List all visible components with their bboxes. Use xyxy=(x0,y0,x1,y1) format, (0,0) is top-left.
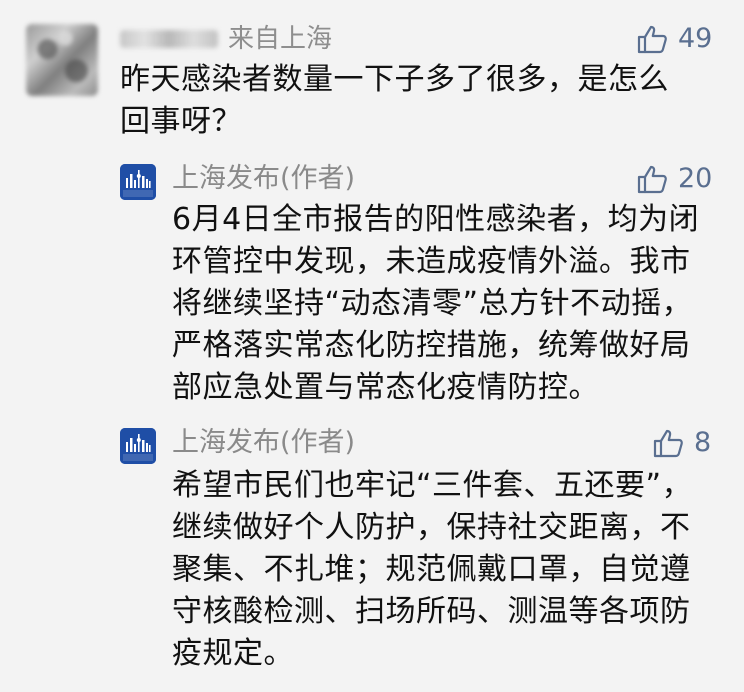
thumbs-up-icon xyxy=(637,25,667,54)
reply-text-line-3: 聚集、不扎堆；规范佩戴口罩，自觉遵 xyxy=(172,552,691,587)
reply-text-line-1: 6月4日全市报告的阳性感染者，均为闭 xyxy=(172,202,700,237)
comment-like-count: 49 xyxy=(678,23,713,54)
reply-author[interactable]: 上海发布(作者) xyxy=(172,162,355,196)
comment-text-line-2: 回事呀？ xyxy=(120,104,242,139)
reply-avatar[interactable] xyxy=(120,428,156,464)
reply-text-line-3: 将继续坚持“动态清零”总方针不动摇， xyxy=(172,286,693,321)
reply-text-line-4: 严格落实常态化防控措施，统筹做好局 xyxy=(172,328,691,363)
shanghai-fabu-logo-icon xyxy=(120,428,156,464)
reply-avatar[interactable] xyxy=(120,164,156,200)
comment-location: 来自上海 xyxy=(228,24,333,54)
reply-text-line-5: 疫规定。 xyxy=(172,636,294,671)
thumbs-up-icon xyxy=(653,429,683,458)
reply-like-button[interactable]: 20 xyxy=(636,162,712,196)
reply-text-line-1: 希望市民们也牢记“三件套、五还要”， xyxy=(172,468,693,503)
thumbs-up-icon xyxy=(637,165,667,194)
comment-text-line-1: 昨天感染者数量一下子多了很多，是怎么 xyxy=(120,62,669,97)
reply-author[interactable]: 上海发布(作者) xyxy=(172,426,355,460)
comment-like-button[interactable]: 49 xyxy=(636,22,712,56)
reply-like-count: 8 xyxy=(694,427,712,458)
reply-text-line-2: 继续做好个人防护，保持社交距离，不 xyxy=(172,510,691,545)
comment-username[interactable] xyxy=(120,30,218,48)
reply-like-button[interactable]: 8 xyxy=(652,426,711,460)
reply-like-count: 20 xyxy=(678,163,713,194)
comment-avatar[interactable] xyxy=(26,24,98,96)
reply-text-line-2: 环管控中发现，未造成疫情外溢。我市 xyxy=(172,244,691,279)
shanghai-fabu-logo-icon xyxy=(120,164,156,200)
reply-text-line-4: 守核酸检测、扫场所码、测温等各项防 xyxy=(172,594,691,629)
reply-text-line-5: 部应急处置与常态化疫情防控。 xyxy=(172,370,599,405)
